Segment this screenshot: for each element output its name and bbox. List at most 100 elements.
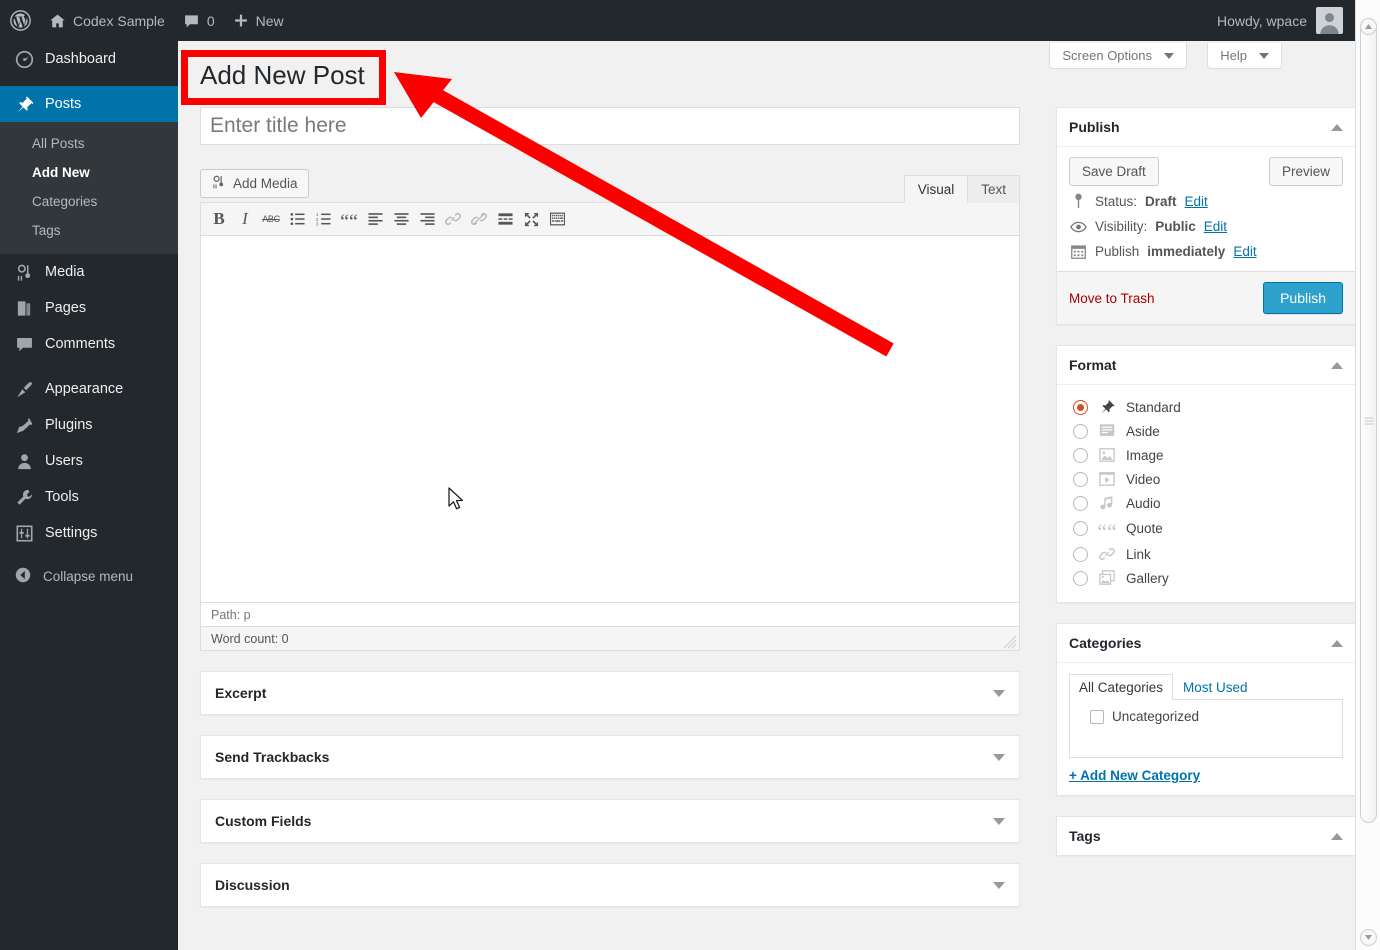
tab-most-used[interactable]: Most Used <box>1173 674 1258 700</box>
radio-button[interactable] <box>1073 471 1088 487</box>
metabox-header[interactable]: Tags <box>1057 817 1355 855</box>
radio-button[interactable] <box>1073 447 1088 463</box>
add-media-button[interactable]: Add Media <box>200 169 309 198</box>
metabox-discussion[interactable]: Discussion <box>200 863 1020 907</box>
publish-major-actions: Move to Trash Publish <box>1057 271 1355 324</box>
metabox-title: Discussion <box>215 877 290 893</box>
sidebar-separator <box>0 77 178 86</box>
sidebar-item-add-new[interactable]: Add New <box>0 158 178 187</box>
metabox-header[interactable]: Categories <box>1057 624 1355 663</box>
sidebar-item-settings[interactable]: Settings <box>0 515 178 551</box>
chevron-down-icon[interactable] <box>993 753 1005 761</box>
editor-content-area[interactable] <box>201 236 1019 602</box>
home-icon <box>49 13 66 29</box>
insert-link-icon[interactable] <box>441 207 465 232</box>
radio-button[interactable] <box>1073 399 1088 415</box>
strikethrough-icon[interactable]: ABC <box>259 207 283 232</box>
vertical-scrollbar[interactable] <box>1355 0 1380 950</box>
chevron-down-icon[interactable] <box>993 689 1005 697</box>
move-to-trash-link[interactable]: Move to Trash <box>1069 291 1155 306</box>
radio-button[interactable] <box>1073 495 1088 511</box>
chevron-down-icon[interactable] <box>993 817 1005 825</box>
chevron-up-icon[interactable] <box>1331 361 1343 369</box>
sidebar-item-media[interactable]: Media <box>0 254 178 290</box>
chevron-up-icon[interactable] <box>1331 123 1343 131</box>
metabox-header[interactable]: Custom Fields <box>201 800 1019 842</box>
sidebar-item-all-posts[interactable]: All Posts <box>0 129 178 158</box>
format-option-link[interactable]: Link <box>1069 542 1343 566</box>
unordered-list-icon[interactable] <box>285 207 309 232</box>
collapse-menu-button[interactable]: Collapse menu <box>0 559 178 593</box>
sidebar-item-posts[interactable]: Posts <box>0 86 186 122</box>
metabox-header[interactable]: Send Trackbacks <box>201 736 1019 778</box>
format-option-quote[interactable]: ““ Quote <box>1069 515 1343 543</box>
align-right-icon[interactable] <box>415 207 439 232</box>
sidebar-item-tags[interactable]: Tags <box>0 216 178 245</box>
chevron-down-icon[interactable] <box>993 881 1005 889</box>
format-option-standard[interactable]: Standard <box>1069 395 1343 419</box>
resize-handle[interactable] <box>1003 635 1017 649</box>
format-option-gallery[interactable]: Gallery <box>1069 566 1343 590</box>
metabox-excerpt[interactable]: Excerpt <box>200 671 1020 715</box>
add-new-category-link[interactable]: + Add New Category <box>1069 768 1343 783</box>
tab-visual[interactable]: Visual <box>903 175 969 203</box>
preview-button[interactable]: Preview <box>1268 157 1343 186</box>
sidebar-item-categories[interactable]: Categories <box>0 187 178 216</box>
sidebar-item-appearance[interactable]: Appearance <box>0 371 178 407</box>
metabox-publish: Publish Save Draft Preview Status: Draft… <box>1056 107 1355 325</box>
my-account-menu-item[interactable]: Howdy, wpace <box>1217 7 1355 34</box>
radio-button[interactable] <box>1073 570 1088 586</box>
checkbox[interactable] <box>1090 709 1104 724</box>
post-title-input[interactable] <box>200 107 1020 145</box>
sidebar-item-pages[interactable]: Pages <box>0 290 178 326</box>
sidebar-item-dashboard[interactable]: Dashboard <box>0 41 178 77</box>
scroll-up-arrow[interactable] <box>1360 18 1377 35</box>
post-body-content: Add Media Visual Text B I ABC <box>200 107 1020 907</box>
metabox-header[interactable]: Publish <box>1057 108 1355 147</box>
blockquote-icon[interactable]: ““ <box>337 207 361 232</box>
sidebar-item-comments[interactable]: Comments <box>0 326 178 362</box>
tab-text[interactable]: Text <box>967 175 1020 203</box>
bold-icon[interactable]: B <box>207 207 231 232</box>
metabox-custom-fields[interactable]: Custom Fields <box>200 799 1020 843</box>
category-item-uncategorized[interactable]: Uncategorized <box>1080 709 1332 724</box>
sidebar-item-tools[interactable]: Tools <box>0 479 178 515</box>
publish-button[interactable]: Publish <box>1263 282 1343 314</box>
tab-all-categories[interactable]: All Categories <box>1069 674 1174 700</box>
comments-menu-item[interactable]: 0 <box>174 0 224 41</box>
italic-icon[interactable]: I <box>233 207 257 232</box>
collapse-menu-label: Collapse menu <box>43 568 134 584</box>
insert-more-tag-icon[interactable] <box>493 207 517 232</box>
align-left-icon[interactable] <box>363 207 387 232</box>
edit-visibility-link[interactable]: Edit <box>1204 219 1227 234</box>
ordered-list-icon[interactable]: 123 <box>311 207 335 232</box>
format-option-audio[interactable]: Audio <box>1069 491 1343 515</box>
chevron-up-icon[interactable] <box>1331 832 1343 840</box>
site-name-menu-item[interactable]: Codex Sample <box>40 0 174 41</box>
metabox-send-trackbacks[interactable]: Send Trackbacks <box>200 735 1020 779</box>
radio-button[interactable] <box>1073 423 1088 439</box>
radio-button[interactable] <box>1073 521 1088 536</box>
edit-schedule-link[interactable]: Edit <box>1233 244 1256 259</box>
format-option-image[interactable]: Image <box>1069 443 1343 467</box>
metabox-header[interactable]: Discussion <box>201 864 1019 906</box>
edit-status-link[interactable]: Edit <box>1185 194 1208 209</box>
chevron-up-icon[interactable] <box>1331 639 1343 647</box>
pages-icon <box>14 299 34 318</box>
scrollbar-thumb[interactable] <box>1360 18 1377 823</box>
sidebar-item-users[interactable]: Users <box>0 443 178 479</box>
new-content-menu-item[interactable]: New <box>224 0 293 41</box>
sidebar-item-plugins[interactable]: Plugins <box>0 407 178 443</box>
unlink-icon[interactable] <box>467 207 491 232</box>
toolbar-toggle-icon[interactable] <box>545 207 569 232</box>
wp-logo-menu-item[interactable] <box>0 0 40 41</box>
metabox-header[interactable]: Excerpt <box>201 672 1019 714</box>
save-draft-button[interactable]: Save Draft <box>1069 157 1159 186</box>
format-option-aside[interactable]: Aside <box>1069 419 1343 443</box>
format-option-video[interactable]: Video <box>1069 467 1343 491</box>
metabox-header[interactable]: Format <box>1057 346 1355 385</box>
align-center-icon[interactable] <box>389 207 413 232</box>
fullscreen-icon[interactable] <box>519 207 543 232</box>
scroll-down-arrow[interactable] <box>1360 929 1377 946</box>
radio-button[interactable] <box>1073 546 1088 562</box>
